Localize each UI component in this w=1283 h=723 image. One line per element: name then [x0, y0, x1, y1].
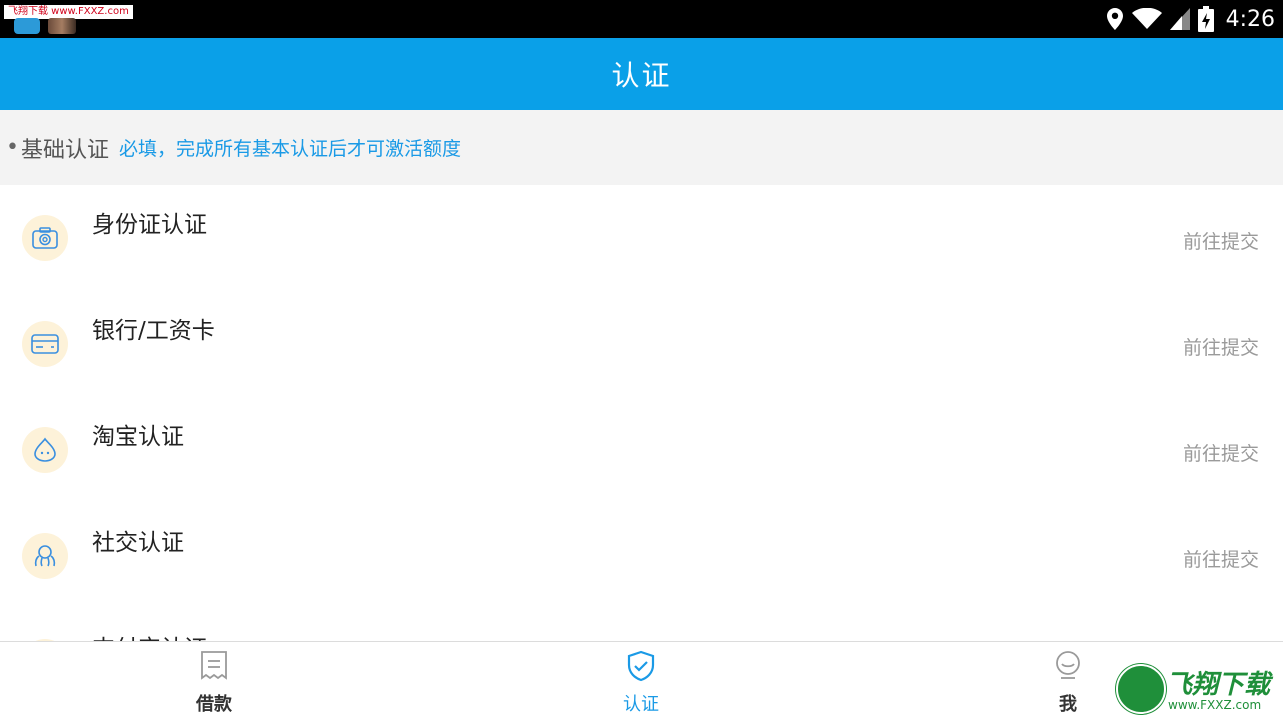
bottom-nav: 借款 认证 我: [0, 641, 1283, 723]
submit-link[interactable]: 前往提交: [1183, 333, 1259, 360]
list-item-bank-card[interactable]: 银行/工资卡 前往提交: [0, 291, 1283, 397]
app-header: 认证: [0, 38, 1283, 110]
item-label: 身份证认证: [92, 212, 207, 238]
tab-label: 认证: [623, 694, 659, 715]
tab-label: 我: [1059, 694, 1077, 715]
item-label: 社交认证: [92, 530, 184, 556]
submit-link[interactable]: 前往提交: [1183, 439, 1259, 466]
list-item-alipay[interactable]: 支付宝认证: [0, 609, 1283, 641]
taobao-icon: [22, 427, 68, 473]
status-bar: 飞翔下载 www.FXXZ.com 4:26: [0, 0, 1283, 38]
wifi-icon: [1131, 8, 1162, 30]
tab-verify[interactable]: 认证: [581, 642, 701, 723]
status-indicators: 4:26: [1106, 0, 1275, 38]
section-title: 基础认证: [20, 137, 109, 163]
status-time: 4:26: [1225, 6, 1275, 32]
list-item-id-card[interactable]: 身份证认证 前往提交: [0, 185, 1283, 291]
signal-icon: [1169, 8, 1190, 30]
social-icon: [22, 533, 68, 579]
page-title: 认证: [611, 59, 672, 92]
user-icon: [1052, 650, 1084, 682]
logo-text: 飞翔下载: [1166, 670, 1271, 700]
item-label: 银行/工资卡: [92, 318, 215, 344]
tab-me[interactable]: 我: [1008, 642, 1128, 723]
camera-icon: [22, 215, 68, 261]
item-label: 支付宝认证: [92, 629, 207, 641]
submit-link[interactable]: 前往提交: [1183, 545, 1259, 572]
bank-card-icon: [22, 321, 68, 367]
list-item-social[interactable]: 社交认证 前往提交: [0, 503, 1283, 609]
watermark-logo: 飞翔下载 www.FXXZ.com: [1116, 662, 1276, 716]
section-note: 必填，完成所有基本认证后才可激活额度: [119, 138, 462, 160]
logo-icon: [1116, 664, 1166, 714]
battery-icon: [1197, 6, 1214, 32]
notification-app-icon: [14, 18, 40, 34]
document-icon: [198, 650, 230, 682]
logo-url: www.FXXZ.com: [1168, 698, 1262, 712]
section-header: • 基础认证 必填，完成所有基本认证后才可激活额度: [0, 110, 1283, 185]
list-item-taobao[interactable]: 淘宝认证 前往提交: [0, 397, 1283, 503]
watermark-badge: 飞翔下载 www.FXXZ.com: [4, 5, 133, 19]
notification-image-icon: [48, 18, 76, 34]
shield-check-icon: [625, 650, 657, 682]
verification-list: 身份证认证 前往提交 银行/工资卡 前往提交 淘宝认证 前往提交 社交认证 前往…: [0, 185, 1283, 641]
section-bullet: •: [6, 135, 19, 160]
tab-label: 借款: [196, 694, 232, 715]
item-label: 淘宝认证: [92, 424, 184, 450]
location-icon: [1106, 7, 1124, 31]
tab-loan[interactable]: 借款: [154, 642, 274, 723]
submit-link[interactable]: 前往提交: [1183, 227, 1259, 254]
